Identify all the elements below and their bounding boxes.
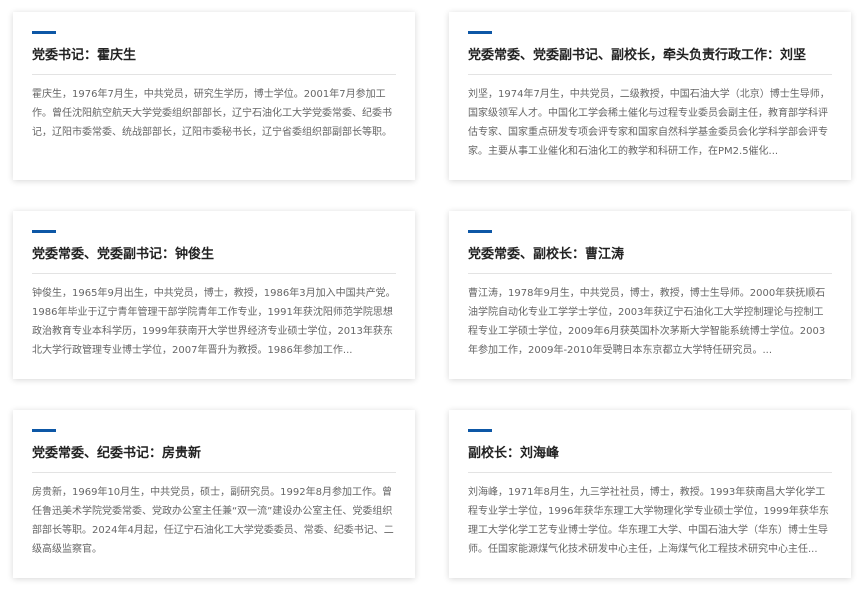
leader-description: 刘海峰，1971年8月生，九三学社社员，博士，教授。1993年获南昌大学化学工程… [468,487,829,555]
accent-bar [32,230,56,233]
divider [32,472,396,473]
accent-bar [468,31,492,34]
leader-title[interactable]: 党委常委、纪委书记：房贵新 [32,444,397,464]
leader-title[interactable]: 党委书记：霍庆生 [32,46,397,66]
leader-description: 钟俊生，1965年9月出生，中共党员，博士，教授，1986年3月加入中国共产党。… [32,288,396,356]
leaders-grid: 党委书记：霍庆生 霍庆生，1976年7月生，中共党员，研究生学历，博士学位。20… [0,0,864,592]
leader-card[interactable]: 党委常委、副校长：曹江涛 曹江涛，1978年9月生，中共党员，博士，教授，博士生… [449,211,851,379]
leader-card[interactable]: 副校长：刘海峰 刘海峰，1971年8月生，九三学社社员，博士，教授。1993年获… [449,410,851,578]
accent-bar [468,429,492,432]
leader-description: 刘坚，1974年7月生，中共党员，二级教授，中国石油大学（北京）博士生导师，国家… [468,89,830,157]
accent-bar [32,31,56,34]
divider [468,472,832,473]
leader-card[interactable]: 党委常委、纪委书记：房贵新 房贵新，1969年10月生，中共党员，硕士，副研究员… [13,410,415,578]
leader-card[interactable]: 党委常委、党委副书记、副校长，牵头负责行政工作：刘坚 刘坚，1974年7月生，中… [449,12,851,180]
leader-title[interactable]: 党委常委、党委副书记：钟俊生 [32,245,397,265]
leader-card[interactable]: 党委书记：霍庆生 霍庆生，1976年7月生，中共党员，研究生学历，博士学位。20… [13,12,415,180]
leader-title[interactable]: 党委常委、党委副书记、副校长，牵头负责行政工作：刘坚 [468,46,833,66]
leader-description: 曹江涛，1978年9月生，中共党员，博士，教授，博士生导师。2000年获抚顺石油… [468,288,826,356]
divider [468,273,832,274]
leader-description: 房贵新，1969年10月生，中共党员，硕士，副研究员。1992年8月参加工作。曾… [32,487,394,555]
leader-card[interactable]: 党委常委、党委副书记：钟俊生 钟俊生，1965年9月出生，中共党员，博士，教授，… [13,211,415,379]
divider [32,74,396,75]
accent-bar [32,429,56,432]
accent-bar [468,230,492,233]
leader-title[interactable]: 副校长：刘海峰 [468,444,833,464]
divider [468,74,832,75]
leader-description: 霍庆生，1976年7月生，中共党员，研究生学历，博士学位。2001年7月参加工作… [32,89,392,138]
leader-title[interactable]: 党委常委、副校长：曹江涛 [468,245,833,265]
divider [32,273,396,274]
